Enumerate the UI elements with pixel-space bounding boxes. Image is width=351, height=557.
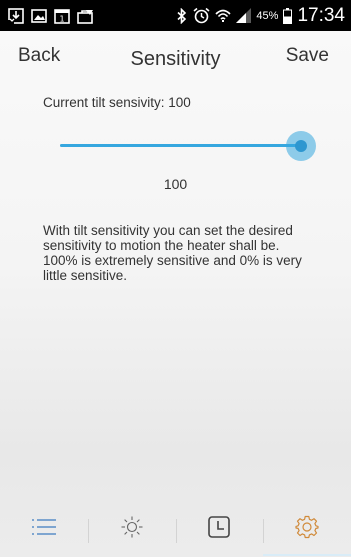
tab-list[interactable]: [0, 501, 88, 557]
bluetooth-icon: [176, 7, 188, 24]
status-bar-system: 45% 17:34: [171, 5, 345, 27]
slider-value: 100: [163, 176, 188, 192]
description-paragraph-2: 100% is extremely sensitive and 0% is ve…: [43, 253, 302, 283]
current-sensitivity-label: Current tilt sensivity: 100: [43, 95, 191, 110]
alarm-icon: [193, 7, 210, 24]
download-icon: [8, 7, 24, 24]
clock: 17:34: [297, 4, 345, 26]
sensitivity-screen: Back Sensitivity Save Current tilt sensi…: [0, 31, 351, 557]
status-bar-notifications: 1: [8, 7, 101, 24]
wifi-icon: [215, 8, 231, 24]
header-bar: Back Sensitivity Save: [0, 31, 351, 87]
calendar-icon: 1: [54, 8, 70, 24]
sensitivity-description: With tilt sensitivity you can set the de…: [43, 223, 318, 283]
status-bar: 1 45% 17:34: [0, 0, 351, 31]
svg-text:1: 1: [59, 14, 64, 23]
signal-icon: [236, 8, 252, 23]
tab-timer[interactable]: [175, 501, 264, 557]
settings-gear-icon: [295, 515, 319, 544]
battery-icon: [283, 7, 293, 24]
description-paragraph-1: With tilt sensitivity you can set the de…: [43, 223, 293, 253]
sensitivity-slider[interactable]: [60, 131, 316, 161]
bottom-navigation: [0, 501, 351, 557]
list-icon: [31, 518, 57, 541]
battery-percent: 45%: [256, 9, 279, 22]
slider-thumb[interactable]: [295, 140, 307, 152]
sun-icon: [120, 515, 144, 544]
save-button[interactable]: Save: [286, 45, 329, 67]
tab-settings[interactable]: [263, 501, 351, 557]
clock-icon: [208, 515, 231, 543]
briefcase-icon: [77, 8, 94, 24]
tab-sun[interactable]: [87, 501, 176, 557]
slider-fill: [60, 144, 301, 147]
image-icon: [31, 8, 47, 24]
